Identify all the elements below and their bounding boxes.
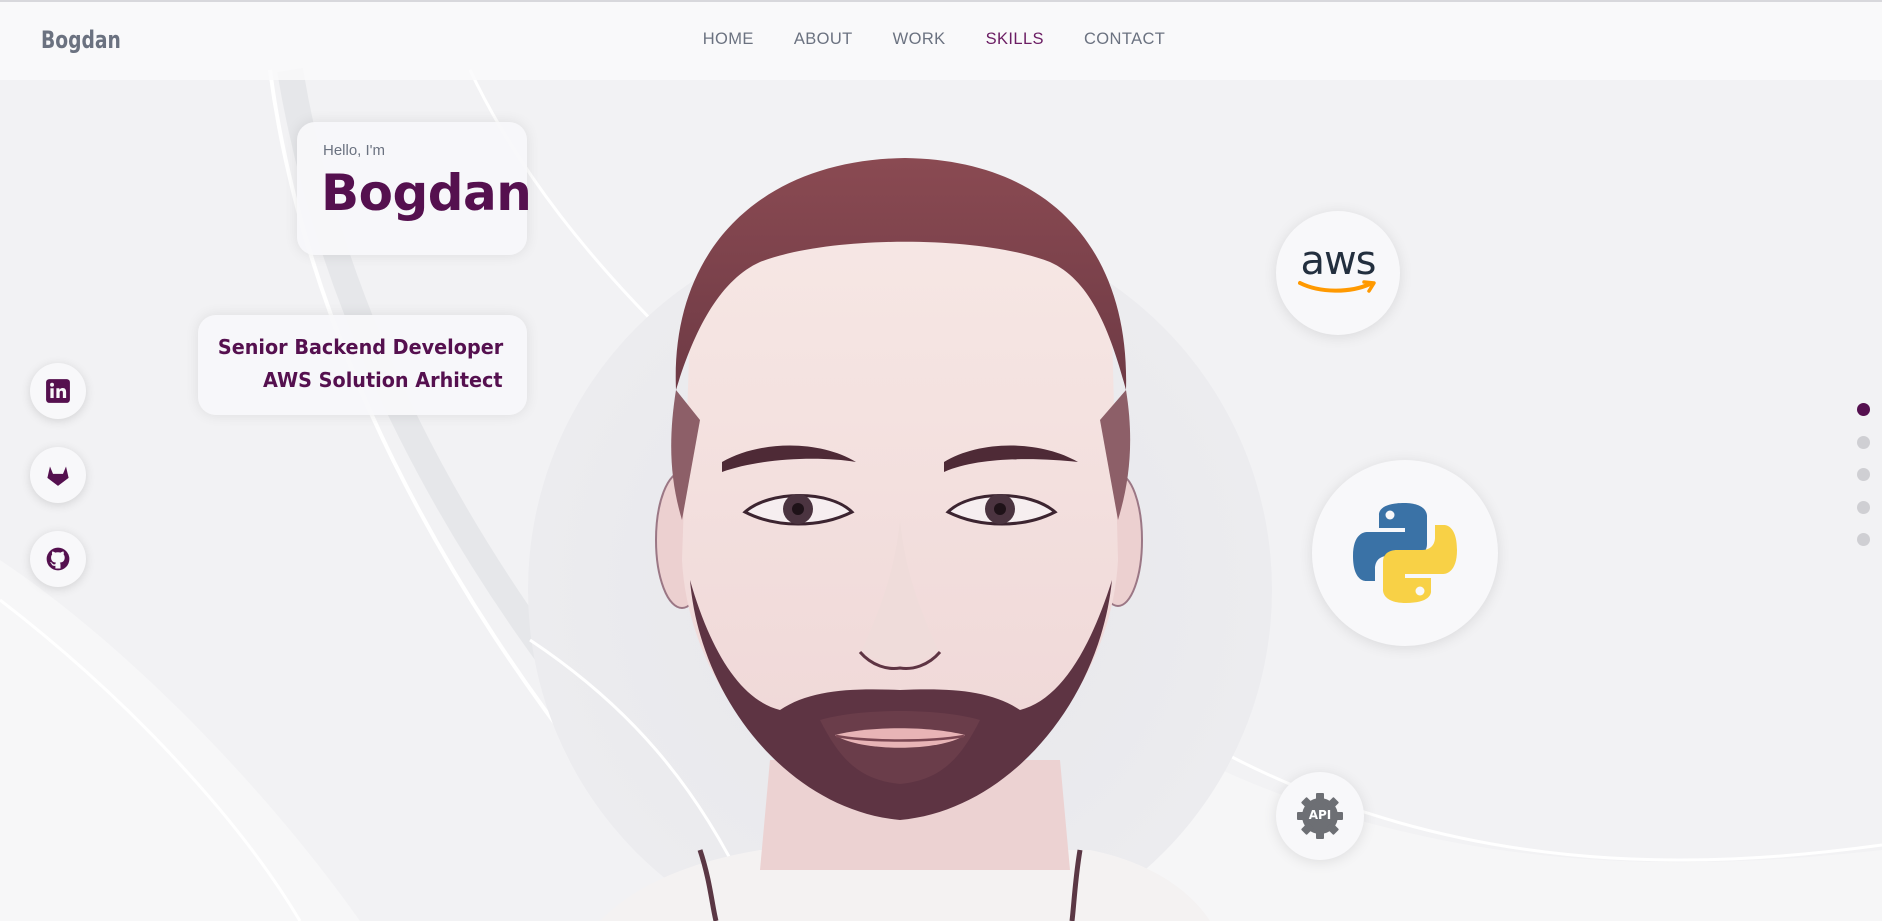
aws-logo-text: aws [1300, 238, 1376, 284]
nav-links: HOME ABOUT WORK SKILLS CONTACT [0, 30, 1882, 49]
python-icon [1353, 503, 1457, 603]
pagination-dot[interactable] [1857, 468, 1870, 481]
nav-link-work[interactable]: WORK [893, 30, 946, 49]
nav-link-about[interactable]: ABOUT [794, 30, 853, 49]
gitlab-icon [47, 466, 69, 486]
gitlab-button[interactable] [30, 447, 86, 503]
hero-name: Bogdan [321, 164, 532, 222]
pagination-dot[interactable] [1857, 533, 1870, 546]
role-line: AWS Solution Arhitect [263, 368, 503, 392]
skill-aws: aws [1276, 211, 1400, 335]
greeting-text: Hello, I'm [323, 142, 386, 159]
role-line: Senior Backend Developer [217, 335, 503, 359]
profile-portrait [540, 120, 1300, 921]
api-icon: API [1295, 791, 1345, 841]
aws-icon: aws [1298, 241, 1378, 295]
skill-python [1312, 460, 1498, 646]
pagination-dot[interactable] [1857, 500, 1870, 514]
role-card: Senior Backend Developer AWS Solution Ar… [198, 315, 527, 415]
linkedin-icon [46, 379, 70, 403]
pagination-dot[interactable] [1857, 435, 1870, 449]
top-navbar: Bogdan HOME ABOUT WORK SKILLS CONTACT [0, 0, 1882, 80]
greeting-card: Hello, I'm Bogdan [297, 122, 532, 255]
section-pagination [1857, 403, 1870, 566]
github-icon [46, 547, 70, 571]
pagination-dot[interactable] [1857, 403, 1870, 416]
skill-api: API [1276, 772, 1364, 860]
github-button[interactable] [30, 531, 86, 587]
linkedin-button[interactable] [30, 363, 86, 419]
nav-link-contact[interactable]: CONTACT [1084, 30, 1165, 49]
nav-link-home[interactable]: HOME [703, 30, 754, 49]
api-label: API [1308, 808, 1332, 822]
nav-link-skills[interactable]: SKILLS [986, 30, 1044, 49]
